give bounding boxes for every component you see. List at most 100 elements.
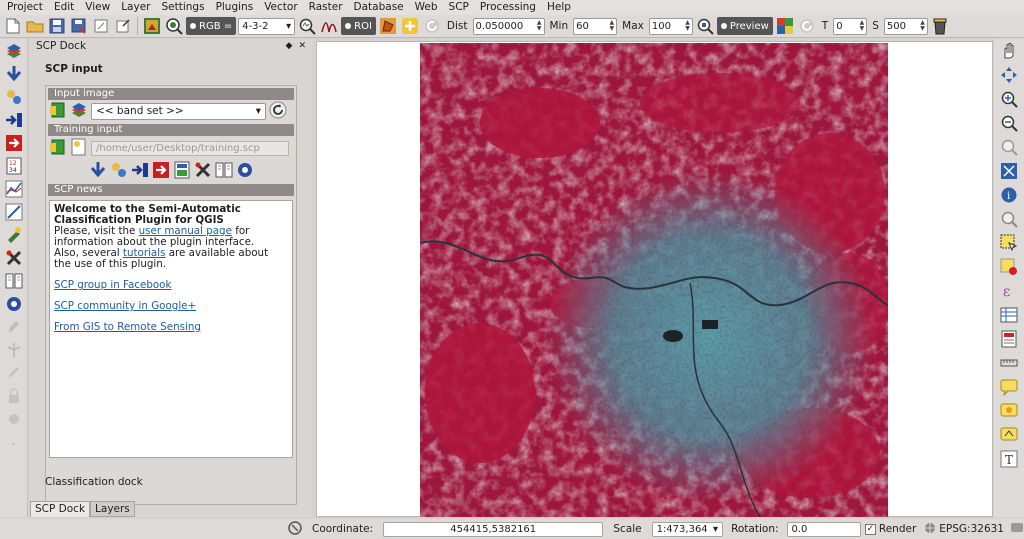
scatter-plot-icon[interactable] (3, 202, 25, 222)
save-project-icon[interactable] (47, 16, 67, 36)
field-calculator-icon[interactable] (998, 329, 1020, 349)
open-project-icon[interactable] (25, 16, 45, 36)
postprocessing-icon[interactable] (152, 161, 170, 182)
tab-scp-dock[interactable]: SCP Dock (30, 501, 91, 517)
t-spinbox[interactable]: 0 ▲ ▼ (833, 17, 868, 35)
facebook-group-link[interactable]: SCP group in Facebook (54, 279, 171, 291)
scp-band-set-icon[interactable] (142, 16, 162, 36)
user-manual-icon[interactable] (3, 271, 25, 291)
tools-icon[interactable] (110, 161, 128, 182)
postprocessing-icon[interactable] (3, 133, 25, 153)
map-canvas[interactable] (316, 41, 993, 517)
menu-settings[interactable]: Settings (156, 0, 210, 15)
expression-select-icon[interactable]: ε (998, 281, 1020, 301)
band-set-icon[interactable] (70, 101, 88, 122)
measure-line-icon[interactable] (998, 353, 1020, 373)
download-icon[interactable] (89, 161, 107, 182)
menu-raster[interactable]: Raster (304, 0, 349, 15)
help-gear-icon[interactable] (3, 294, 25, 314)
menu-help[interactable]: Help (542, 0, 577, 15)
max-spinbox[interactable]: 100 ▲ ▼ (648, 17, 693, 35)
user-manual-icon[interactable] (215, 161, 233, 182)
attribute-table-icon[interactable] (998, 305, 1020, 325)
redo-roi-icon[interactable] (422, 16, 442, 36)
download-icon[interactable] (3, 64, 25, 84)
training-path-field[interactable]: /home/user/Desktop/training.scp (91, 140, 289, 156)
preview-zoom-icon[interactable] (695, 16, 715, 36)
text-annotation-icon[interactable]: T (998, 449, 1020, 469)
band-calc-icon[interactable]: 12 34 (3, 156, 25, 176)
delete-icon[interactable] (3, 409, 25, 429)
annotation-icon[interactable] (998, 377, 1020, 397)
open-training-icon[interactable] (49, 138, 67, 159)
deselect-icon[interactable] (998, 257, 1020, 277)
messages-icon[interactable] (1010, 521, 1024, 538)
roi-toggle[interactable]: ROI (341, 17, 376, 35)
gis-remote-sensing-link[interactable]: From GIS to Remote Sensing (54, 321, 201, 333)
batch-icon[interactable] (3, 225, 25, 245)
identify-icon[interactable]: i (998, 185, 1020, 205)
tab-layers[interactable]: Layers (90, 501, 135, 517)
lock-icon[interactable] (3, 386, 25, 406)
new-project-icon[interactable] (3, 16, 23, 36)
band-set-combo[interactable]: << band set >> ▾ (91, 102, 266, 120)
spectral-plot-icon[interactable] (3, 179, 25, 199)
rgb-toggle[interactable]: RGB = (186, 17, 237, 35)
zoom-full-icon[interactable] (998, 161, 1020, 181)
add-roi-icon[interactable] (400, 16, 420, 36)
remove-temp-files-icon[interactable] (930, 16, 950, 36)
dist-spinbox[interactable]: 0.050000 ▲ ▼ (472, 17, 545, 35)
google-community-link[interactable]: SCP community in Google+ (54, 300, 196, 312)
render-checkbox[interactable]: ✓ (864, 523, 876, 535)
help-gear-icon[interactable] (236, 161, 254, 182)
spectral-signature-icon[interactable] (319, 16, 339, 36)
menu-web[interactable]: Web (410, 0, 444, 15)
rotation-field[interactable]: 0.0 (786, 521, 861, 537)
new-print-composer-icon[interactable] (91, 16, 111, 36)
classification-preview-icon[interactable] (775, 16, 795, 36)
close-icon[interactable]: ✕ (298, 39, 306, 53)
preview-toggle[interactable]: Preview (716, 17, 773, 35)
pan-to-selection-icon[interactable] (998, 65, 1020, 85)
new-training-icon[interactable] (70, 138, 88, 159)
menu-scp[interactable]: SCP (444, 0, 475, 15)
scale-combo[interactable]: 1:473,364 ▾ (651, 521, 724, 537)
refresh-icon[interactable] (269, 101, 287, 122)
menu-plugins[interactable]: Plugins (211, 0, 260, 15)
preprocessing-icon[interactable] (3, 110, 25, 130)
edit-tool-icon[interactable] (3, 317, 25, 337)
float-dock-icon[interactable]: ◆ (286, 39, 293, 53)
tools-icon[interactable] (3, 87, 25, 107)
zoom-in-icon[interactable] (998, 89, 1020, 109)
html-annotation-icon[interactable] (998, 401, 1020, 421)
rgb-combo[interactable]: 4-3-2 ▾ (238, 17, 296, 35)
map-tips-icon[interactable] (998, 209, 1020, 229)
menu-layer[interactable]: Layer (116, 0, 156, 15)
roi-zoom-icon[interactable] (297, 16, 317, 36)
chevron-down-icon[interactable]: ⌄ (3, 432, 25, 452)
menu-database[interactable]: Database (349, 0, 410, 15)
band-calc-icon[interactable] (173, 161, 191, 182)
open-raster-icon[interactable] (49, 101, 67, 122)
band-set-icon[interactable] (3, 41, 25, 61)
pencil-tool-icon[interactable] (3, 363, 25, 383)
pan-hand-icon[interactable] (998, 41, 1020, 61)
menu-vector[interactable]: Vector (259, 0, 303, 15)
crs-label[interactable]: EPSG:32631 (939, 523, 1004, 535)
create-roi-icon[interactable] (378, 16, 398, 36)
menu-project[interactable]: Project (2, 0, 49, 15)
select-features-icon[interactable] (998, 233, 1020, 253)
save-as-icon[interactable] (69, 16, 89, 36)
settings-tools-icon[interactable] (3, 248, 25, 268)
min-spinbox[interactable]: 60 ▲ ▼ (573, 17, 618, 35)
zoom-out-icon[interactable] (998, 113, 1020, 133)
classification-dock-title[interactable]: Classification dock (45, 476, 143, 488)
svg-annotation-icon[interactable] (998, 425, 1020, 445)
zoom-to-image-icon[interactable] (164, 16, 184, 36)
menu-processing[interactable]: Processing (475, 0, 542, 15)
menu-view[interactable]: View (80, 0, 116, 15)
settings-tools-icon[interactable] (194, 161, 212, 182)
redo-preview-icon[interactable] (797, 16, 817, 36)
coordinate-field[interactable]: 454415,5382161 (383, 521, 604, 537)
coordinate-toggle-icon[interactable] (288, 520, 302, 538)
